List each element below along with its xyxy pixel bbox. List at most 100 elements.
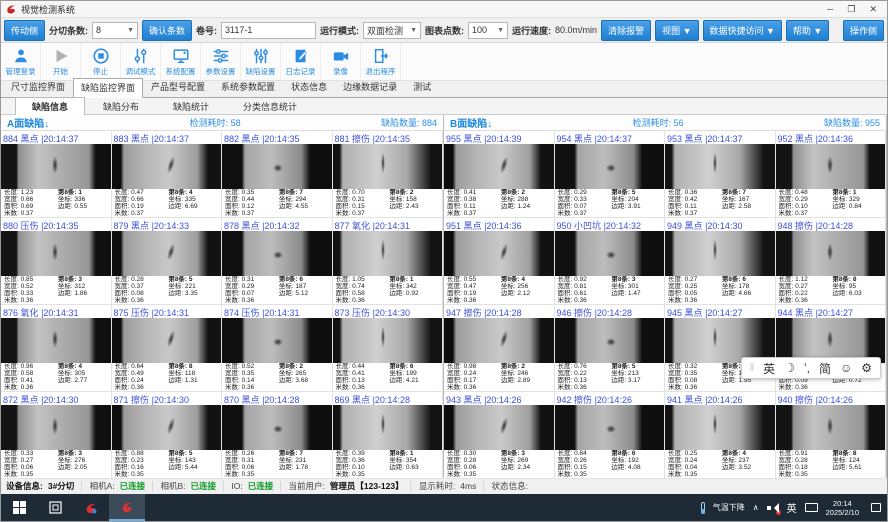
system-config-button[interactable]: 系统配置 bbox=[161, 43, 201, 80]
volume-icon[interactable] bbox=[767, 503, 779, 513]
defect-image[interactable] bbox=[555, 144, 665, 189]
chart-points-select[interactable]: 100▼ bbox=[468, 22, 508, 39]
defect-cell[interactable]: 946 擦伤 |20:14:28 长度: 0.76第8条: 5 宽度: 0.22… bbox=[555, 305, 666, 392]
defect-cell[interactable]: 873 压伤 |20:14:30 长度: 0.44第8条: 6 宽度: 0.41… bbox=[333, 305, 444, 392]
defect-image[interactable] bbox=[444, 231, 554, 276]
defect-image[interactable] bbox=[333, 231, 443, 276]
defect-image[interactable] bbox=[112, 318, 222, 363]
panel-b-title[interactable]: B面缺陷↓ bbox=[450, 115, 492, 130]
defect-image[interactable] bbox=[555, 318, 665, 363]
defect-settings-button[interactable]: 缺陷设置 bbox=[241, 43, 281, 80]
defect-image[interactable] bbox=[222, 231, 332, 276]
video-record-button[interactable]: 录像 bbox=[321, 43, 361, 80]
subtab-3[interactable]: 分类信息统计 bbox=[227, 98, 313, 115]
defect-cell[interactable]: 883 黑点 |20:14:37 长度: 0.47第8条: 4 宽度: 0.66… bbox=[112, 131, 223, 218]
defect-image[interactable] bbox=[555, 405, 665, 450]
drive-side-button[interactable]: 传动侧 bbox=[4, 20, 45, 41]
tab-4[interactable]: 状态信息 bbox=[283, 77, 335, 97]
hidden-icons-chevron[interactable]: ∧ bbox=[753, 503, 759, 512]
defect-cell[interactable]: 949 黑点 |20:14:30 长度: 0.27第8条: 6 宽度: 0.25… bbox=[665, 218, 776, 305]
tab-1[interactable]: 缺陷监控界面 bbox=[73, 78, 143, 98]
defect-cell[interactable]: 942 擦伤 |20:14:26 长度: 0.84第8条: 6 宽度: 0.26… bbox=[555, 392, 666, 479]
tab-0[interactable]: 尺寸监控界面 bbox=[3, 77, 73, 97]
touch-keyboard-icon[interactable] bbox=[805, 503, 818, 512]
tab-2[interactable]: 产品型号配置 bbox=[143, 77, 213, 97]
panel-a-title[interactable]: A面缺陷↓ bbox=[7, 115, 49, 130]
defect-image[interactable] bbox=[333, 318, 443, 363]
defect-image[interactable] bbox=[776, 231, 886, 276]
defect-image[interactable] bbox=[555, 231, 665, 276]
coil-number-input[interactable]: 3117-1 bbox=[221, 22, 316, 39]
start-button[interactable]: 开始 bbox=[41, 43, 81, 80]
defect-image[interactable] bbox=[665, 231, 775, 276]
clock[interactable]: 20:14 2025/2/10 bbox=[826, 499, 859, 517]
defect-image[interactable] bbox=[222, 144, 332, 189]
subtab-2[interactable]: 缺陷统计 bbox=[157, 98, 225, 115]
action-center-icon[interactable] bbox=[871, 503, 881, 512]
subtab-0[interactable]: 缺陷信息 bbox=[15, 97, 85, 116]
tab-3[interactable]: 系统参数配置 bbox=[213, 77, 283, 97]
tab-6[interactable]: 测试 bbox=[405, 77, 439, 97]
tab-5[interactable]: 边缘数据记录 bbox=[335, 77, 405, 97]
defect-image[interactable] bbox=[112, 231, 222, 276]
defect-cell[interactable]: 879 黑点 |20:14:33 长度: 0.28第8条: 5 宽度: 0.37… bbox=[112, 218, 223, 305]
defect-cell[interactable]: 878 黑点 |20:14:32 长度: 0.31第8条: 6 宽度: 0.29… bbox=[222, 218, 333, 305]
log-record-button[interactable]: 日志记录 bbox=[281, 43, 321, 80]
defect-cell[interactable]: 941 黑点 |20:14:26 长度: 0.25第8条: 4 宽度: 0.24… bbox=[665, 392, 776, 479]
clear-alarm-button[interactable]: 清除报警 bbox=[601, 20, 651, 41]
ime-simplified[interactable]: 简 bbox=[819, 360, 831, 377]
defect-cell[interactable]: 951 黑点 |20:14:36 长度: 0.55第8条: 4 宽度: 0.47… bbox=[444, 218, 555, 305]
defect-cell[interactable]: 877 氧化 |20:14:31 长度: 1.05第8条: 1 宽度: 0.74… bbox=[333, 218, 444, 305]
run-mode-select[interactable]: 双面检测▼ bbox=[363, 22, 421, 39]
defect-cell[interactable]: 952 黑点 |20:14:36 长度: 0.48第8条: 1 宽度: 0.29… bbox=[776, 131, 887, 218]
defect-image[interactable] bbox=[222, 318, 332, 363]
debug-mode-button[interactable]: 调试模式 bbox=[121, 43, 161, 80]
defect-cell[interactable]: 943 黑点 |20:14:26 长度: 0.30第8条: 3 宽度: 0.28… bbox=[444, 392, 555, 479]
defect-image[interactable] bbox=[333, 144, 443, 189]
defect-cell[interactable]: 953 黑点 |20:14:37 长度: 0.36第8条: 7 宽度: 0.42… bbox=[665, 131, 776, 218]
defect-cell[interactable]: 875 压伤 |20:14:31 长度: 0.64第8条: 8 宽度: 0.49… bbox=[112, 305, 223, 392]
ime-settings[interactable]: ⚙ bbox=[861, 361, 872, 375]
defect-cell[interactable]: 954 黑点 |20:14:37 长度: 0.29第8条: 5 宽度: 0.33… bbox=[555, 131, 666, 218]
task-view-button[interactable] bbox=[37, 494, 73, 521]
ime-fullhalf-moon[interactable]: ☽ bbox=[784, 361, 795, 375]
defect-image[interactable] bbox=[1, 318, 111, 363]
defect-image[interactable] bbox=[776, 405, 886, 450]
start-button[interactable] bbox=[1, 494, 37, 521]
weather-thermometer-icon[interactable] bbox=[701, 502, 705, 514]
defect-cell[interactable]: 876 氧化 |20:14:31 长度: 0.96第8条: 4 宽度: 0.58… bbox=[1, 305, 112, 392]
subtab-1[interactable]: 缺陷分布 bbox=[87, 98, 155, 115]
minimize-button[interactable]: ─ bbox=[827, 4, 833, 15]
defect-cell[interactable]: 880 压伤 |20:14:35 长度: 0.85第8条: 3 宽度: 0.52… bbox=[1, 218, 112, 305]
confirm-count-button[interactable]: 确认条数 bbox=[142, 20, 192, 41]
weather-text[interactable]: 气温下降 bbox=[713, 502, 745, 513]
slit-count-select[interactable]: 8▼ bbox=[92, 22, 138, 39]
defect-image[interactable] bbox=[444, 318, 554, 363]
defect-image[interactable] bbox=[1, 405, 111, 450]
parameter-settings-button[interactable]: 参数设置 bbox=[201, 43, 241, 80]
defect-cell[interactable]: 869 黑点 |20:14:28 长度: 0.39第8条: 1 宽度: 0.36… bbox=[333, 392, 444, 479]
defect-image[interactable] bbox=[1, 231, 111, 276]
defect-cell[interactable]: 940 擦伤 |20:14:26 长度: 0.91第8条: 8 宽度: 0.28… bbox=[776, 392, 887, 479]
view-menu-button[interactable]: 视图 ▼ bbox=[655, 20, 698, 41]
defect-cell[interactable]: 870 黑点 |20:14:28 长度: 0.26第8条: 7 宽度: 0.31… bbox=[222, 392, 333, 479]
defect-cell[interactable]: 948 擦伤 |20:14:28 长度: 1.12第8条: 8 宽度: 0.27… bbox=[776, 218, 887, 305]
exit-program-button[interactable]: 退出程序 bbox=[361, 43, 401, 80]
defect-image[interactable] bbox=[112, 144, 222, 189]
defect-cell[interactable]: 955 黑点 |20:14:39 长度: 0.41第8条: 2 宽度: 0.38… bbox=[444, 131, 555, 218]
admin-login-button[interactable]: 管理登录 bbox=[1, 43, 41, 80]
stop-button[interactable]: 停止 bbox=[81, 43, 121, 80]
defect-cell[interactable]: 874 压伤 |20:14:31 长度: 0.52第8条: 2 宽度: 0.35… bbox=[222, 305, 333, 392]
ime-english-mode[interactable]: 英 bbox=[763, 360, 775, 377]
defect-image[interactable] bbox=[776, 144, 886, 189]
defect-cell[interactable]: 947 擦伤 |20:14:28 长度: 0.98第8条: 2 宽度: 0.24… bbox=[444, 305, 555, 392]
data-quick-access-menu-button[interactable]: 数据快捷访问 ▼ bbox=[703, 20, 782, 41]
defect-cell[interactable]: 871 擦伤 |20:14:30 长度: 0.88第8条: 5 宽度: 0.23… bbox=[112, 392, 223, 479]
defect-image[interactable] bbox=[665, 405, 775, 450]
defect-image[interactable] bbox=[1, 144, 111, 189]
active-app-button[interactable] bbox=[109, 494, 145, 521]
ime-toolbar[interactable]: ‖ 英☽’,简☺⚙ bbox=[741, 357, 881, 379]
help-menu-button[interactable]: 帮助 ▼ bbox=[786, 20, 829, 41]
defect-image[interactable] bbox=[222, 405, 332, 450]
maximize-button[interactable]: ❐ bbox=[847, 4, 855, 15]
